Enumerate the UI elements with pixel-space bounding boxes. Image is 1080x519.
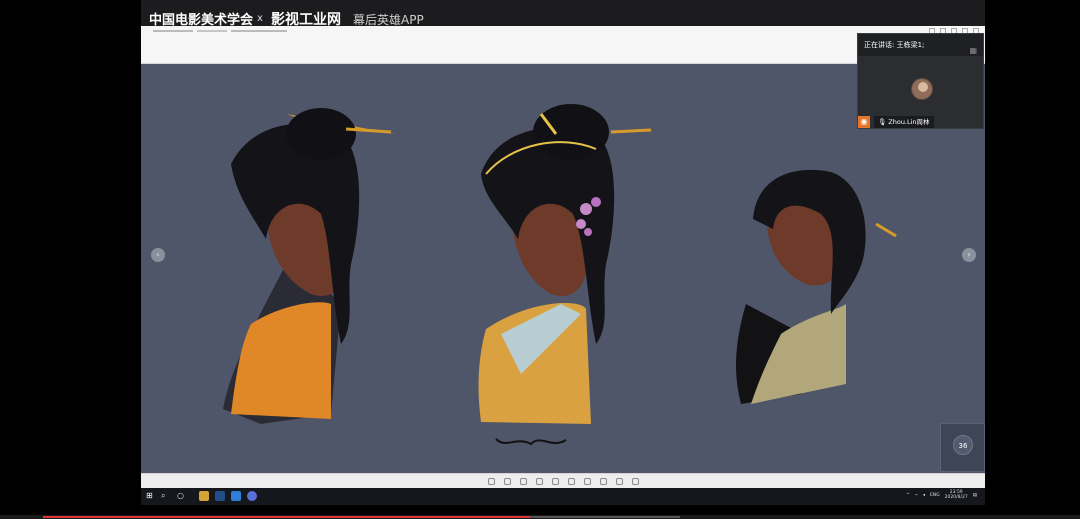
participant-name: Zhou.Lin周林 xyxy=(888,118,930,126)
task-view-icon[interactable]: ○ xyxy=(177,491,187,501)
avatar xyxy=(911,78,933,100)
windows-start-icon[interactable]: ⊞ xyxy=(146,492,154,500)
zoom-out-icon[interactable] xyxy=(487,477,495,485)
rotate-left-icon[interactable] xyxy=(567,477,575,485)
speaking-indicator: 正在讲话: 王栋梁1; ▦ xyxy=(858,34,983,56)
video-progress-played xyxy=(43,516,530,518)
fit-icon[interactable] xyxy=(551,477,559,485)
search-icon[interactable] xyxy=(519,477,527,485)
letterbox-right xyxy=(985,0,1080,519)
video-progress-bar[interactable] xyxy=(0,515,1080,519)
character-figure-3 xyxy=(736,169,897,404)
notification-icon[interactable]: ▤ xyxy=(973,493,977,498)
delete-icon[interactable] xyxy=(615,477,623,485)
clock[interactable]: 23:59 2020/8/27 xyxy=(945,490,968,500)
meeting-app-icon[interactable] xyxy=(247,491,257,501)
artist-signature xyxy=(495,438,567,446)
photoshop-icon[interactable] xyxy=(215,491,225,501)
video-progress-buffer xyxy=(530,516,680,518)
undo-icon[interactable] xyxy=(599,477,607,485)
blurred-text xyxy=(153,30,287,32)
system-tray: ^ ⌁ ◂ ENG 23:59 2020/8/27 ▤ xyxy=(906,490,977,500)
network-icon[interactable]: ⌁ xyxy=(915,493,918,498)
participant-name-chip: 🎙 Zhou.Lin周林 xyxy=(874,116,934,128)
more-icon[interactable] xyxy=(631,477,639,485)
tray-arrow-icon[interactable]: ^ xyxy=(906,493,910,498)
speaker-video-panel: 正在讲话: 王栋梁1; ▦ ◉ 🎙 Zhou.Lin周林 xyxy=(857,33,984,129)
participant-bar: ◉ 🎙 Zhou.Lin周林 xyxy=(858,115,934,129)
thumbnail-preview[interactable]: 36 xyxy=(940,423,985,472)
next-slide-button[interactable]: › xyxy=(962,248,976,262)
letterbox-left xyxy=(0,0,141,519)
layout-icon[interactable]: ▦ xyxy=(969,40,977,62)
character-figure-2 xyxy=(478,104,652,446)
chevron-left-icon: ‹ xyxy=(156,250,160,259)
language-indicator[interactable]: ENG xyxy=(930,493,940,498)
character-figure-1 xyxy=(223,108,396,424)
magnify-icon[interactable] xyxy=(535,477,543,485)
windows-taskbar: ⊞ ⌕ ○ ^ ⌁ ◂ ENG 23:59 2020/8/27 ▤ xyxy=(141,488,985,505)
search-icon[interactable]: ⌕ xyxy=(161,491,171,501)
previous-slide-button[interactable]: ‹ xyxy=(151,248,165,262)
blurred-url-bar xyxy=(153,29,303,36)
app-icon[interactable] xyxy=(231,491,241,501)
clock-date: 2020/8/27 xyxy=(944,495,968,500)
viewer-toolbar xyxy=(141,473,985,488)
volume-icon[interactable]: ◂ xyxy=(923,493,925,498)
brand-bar: 中国电影美术学会 x 影视工业网 幕后英雄APP xyxy=(141,0,985,28)
zoom-in-icon[interactable] xyxy=(503,477,511,485)
file-explorer-icon[interactable] xyxy=(199,491,209,501)
rotate-right-icon[interactable] xyxy=(583,477,591,485)
user-icon: ◉ xyxy=(858,116,870,128)
speaking-label: 正在讲话: 王栋梁1; xyxy=(864,41,925,49)
chevron-right-icon: › xyxy=(967,250,971,259)
microphone-icon: 🎙 xyxy=(878,118,887,126)
thumbnail-counter: 36 xyxy=(953,435,973,455)
brand-separator: x xyxy=(257,13,263,24)
